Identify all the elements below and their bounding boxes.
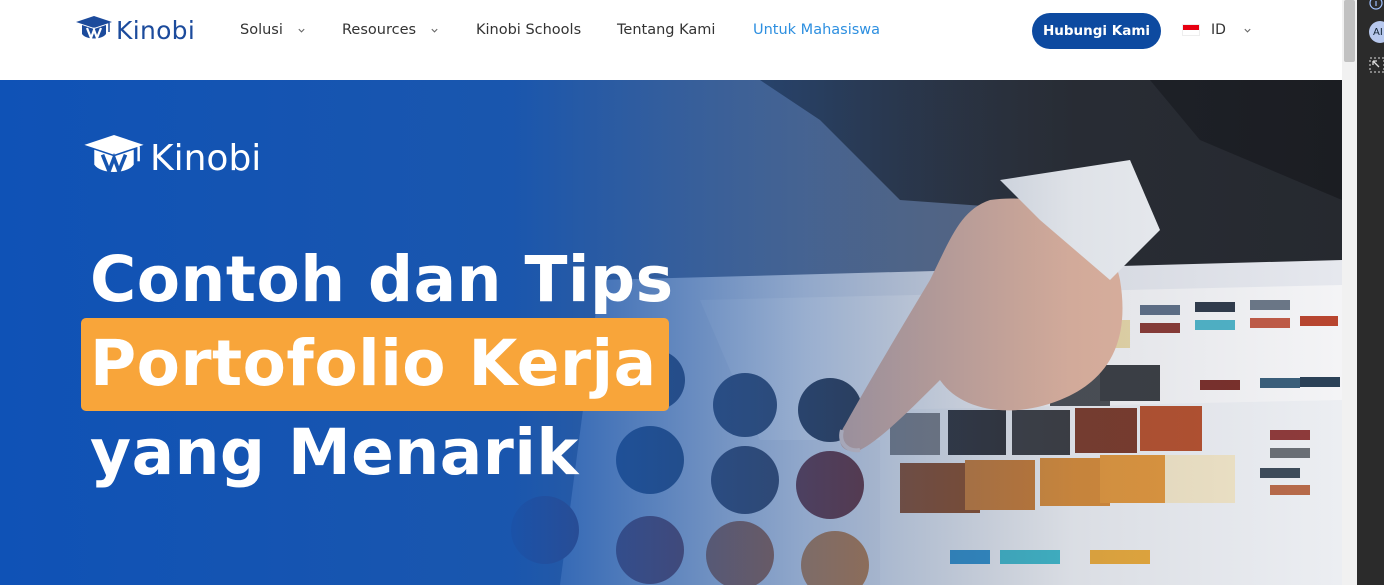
chevron-down-icon: [1244, 28, 1251, 33]
language-code: ID: [1211, 22, 1226, 38]
graduation-cap-icon: [76, 16, 112, 42]
page-scrollbar[interactable]: [1342, 0, 1357, 585]
nav-label: Kinobi Schools: [476, 22, 582, 38]
chevron-down-icon: [298, 28, 305, 33]
chevron-down-icon: [431, 28, 438, 33]
hero-banner: Kinobi Contoh dan Tips Portofolio Kerja …: [0, 80, 1342, 585]
language-selector[interactable]: ID: [1182, 22, 1252, 38]
nav-solusi[interactable]: Solusi: [240, 22, 306, 38]
ai-assistant-button[interactable]: AI: [1369, 21, 1384, 43]
headline-line-1: Contoh dan Tips: [90, 243, 674, 316]
nav-kinobi-schools[interactable]: Kinobi Schools: [476, 22, 581, 38]
scrollbar-thumb[interactable]: [1344, 0, 1355, 62]
headline-line-3: yang Menarik: [90, 416, 579, 489]
top-navbar: Kinobi Solusi Resources Kinobi Schools T…: [0, 0, 1342, 80]
headline-line-2: Portofolio Kerja: [90, 327, 657, 400]
graduation-cap-icon: [84, 135, 144, 177]
indonesia-flag-icon: [1182, 24, 1200, 36]
contact-button[interactable]: Hubungi Kami: [1032, 13, 1161, 49]
nav-resources[interactable]: Resources: [342, 22, 439, 38]
hero-logo: Kinobi: [82, 135, 261, 181]
nav-label: Tentang Kami: [617, 22, 716, 38]
logo-text: Kinobi: [116, 15, 196, 45]
nav-label: Solusi: [240, 22, 283, 38]
nav-label: Resources: [342, 22, 417, 38]
nav-untuk-mahasiswa[interactable]: Untuk Mahasiswa: [753, 22, 880, 38]
info-icon[interactable]: [1369, 0, 1383, 10]
screenshot-crop-icon[interactable]: [1369, 57, 1384, 73]
kinobi-logo[interactable]: Kinobi: [76, 14, 195, 46]
nav-tentang-kami[interactable]: Tentang Kami: [617, 22, 715, 38]
hero-logo-text: Kinobi: [150, 137, 262, 179]
nav-label: Untuk Mahasiswa: [753, 22, 881, 38]
browser-side-panel: AI: [1357, 0, 1384, 585]
